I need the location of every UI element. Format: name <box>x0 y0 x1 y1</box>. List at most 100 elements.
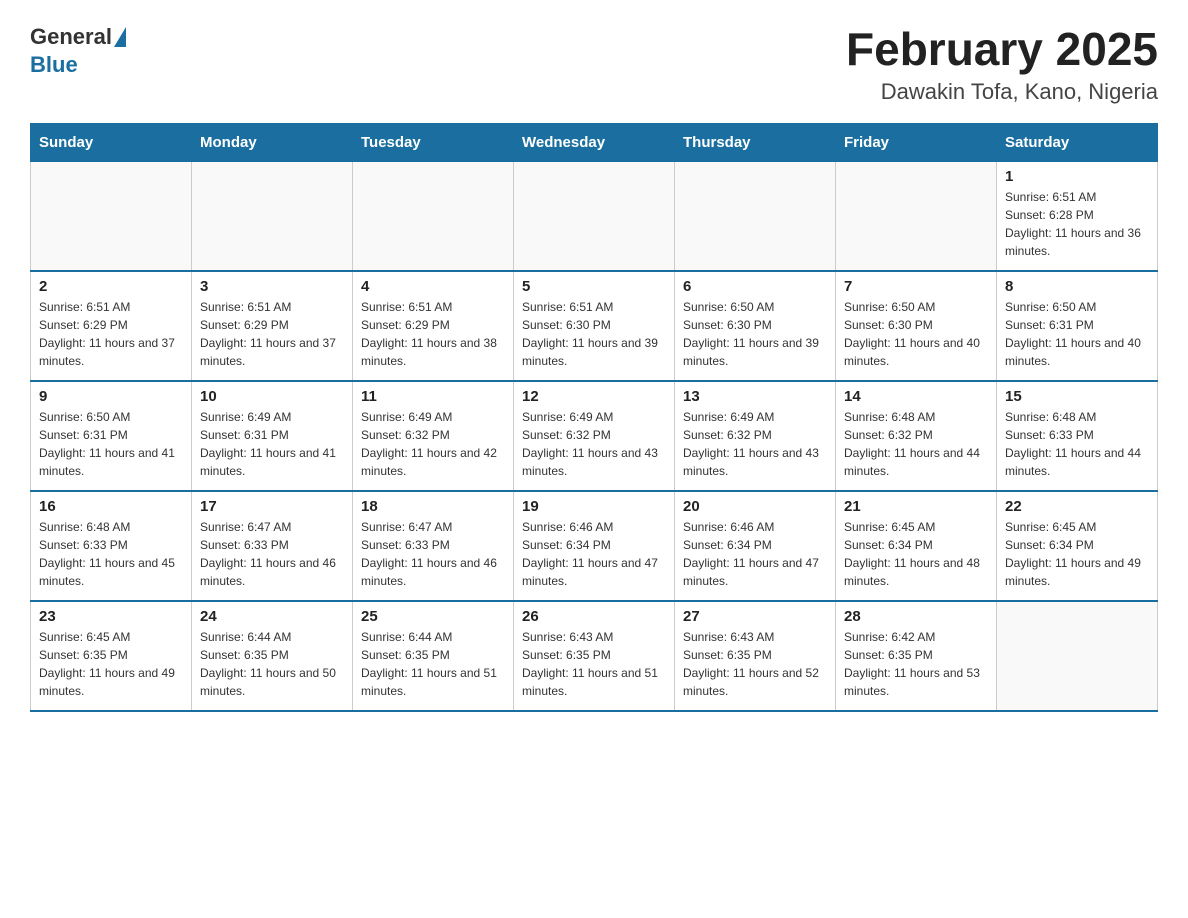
day-number: 4 <box>361 278 505 295</box>
day-of-week-header: Wednesday <box>514 123 675 161</box>
calendar-day-cell: 18 Sunrise: 6:47 AMSunset: 6:33 PMDayligh… <box>353 491 514 601</box>
calendar-week-row: 9 Sunrise: 6:50 AMSunset: 6:31 PMDaylight… <box>31 381 1158 491</box>
day-number: 12 <box>522 388 666 405</box>
day-info: Sunrise: 6:43 AMSunset: 6:35 PMDaylight:… <box>683 628 827 700</box>
day-number: 24 <box>200 608 344 625</box>
day-of-week-header: Monday <box>192 123 353 161</box>
day-number: 13 <box>683 388 827 405</box>
day-info: Sunrise: 6:51 AMSunset: 6:29 PMDaylight:… <box>361 298 505 370</box>
day-number: 15 <box>1005 388 1149 405</box>
calendar-day-cell: 17 Sunrise: 6:47 AMSunset: 6:33 PMDayligh… <box>192 491 353 601</box>
calendar-day-cell: 27 Sunrise: 6:43 AMSunset: 6:35 PMDayligh… <box>675 601 836 711</box>
calendar-day-cell: 4 Sunrise: 6:51 AMSunset: 6:29 PMDaylight… <box>353 271 514 381</box>
logo-triangle-icon <box>114 27 126 47</box>
day-of-week-header: Friday <box>836 123 997 161</box>
day-number: 25 <box>361 608 505 625</box>
day-info: Sunrise: 6:42 AMSunset: 6:35 PMDaylight:… <box>844 628 988 700</box>
calendar-day-cell: 7 Sunrise: 6:50 AMSunset: 6:30 PMDaylight… <box>836 271 997 381</box>
day-number: 26 <box>522 608 666 625</box>
day-number: 14 <box>844 388 988 405</box>
day-of-week-header: Thursday <box>675 123 836 161</box>
day-of-week-header: Tuesday <box>353 123 514 161</box>
calendar-day-cell: 16 Sunrise: 6:48 AMSunset: 6:33 PMDayligh… <box>31 491 192 601</box>
calendar-day-cell <box>514 161 675 271</box>
calendar-title: February 2025 <box>846 24 1158 75</box>
calendar-day-cell: 15 Sunrise: 6:48 AMSunset: 6:33 PMDayligh… <box>997 381 1158 491</box>
day-info: Sunrise: 6:45 AMSunset: 6:35 PMDaylight:… <box>39 628 183 700</box>
calendar-day-cell: 11 Sunrise: 6:49 AMSunset: 6:32 PMDayligh… <box>353 381 514 491</box>
calendar-week-row: 16 Sunrise: 6:48 AMSunset: 6:33 PMDayligh… <box>31 491 1158 601</box>
day-number: 6 <box>683 278 827 295</box>
day-number: 11 <box>361 388 505 405</box>
calendar-header-row: SundayMondayTuesdayWednesdayThursdayFrid… <box>31 123 1158 161</box>
day-info: Sunrise: 6:51 AMSunset: 6:29 PMDaylight:… <box>39 298 183 370</box>
calendar-day-cell <box>353 161 514 271</box>
calendar-day-cell: 14Sunrise: 6:48 AMSunset: 6:32 PMDayligh… <box>836 381 997 491</box>
day-number: 10 <box>200 388 344 405</box>
day-info: Sunrise: 6:50 AMSunset: 6:30 PMDaylight:… <box>844 298 988 370</box>
day-number: 1 <box>1005 168 1149 185</box>
calendar-week-row: 2 Sunrise: 6:51 AMSunset: 6:29 PMDaylight… <box>31 271 1158 381</box>
day-info: Sunrise: 6:46 AMSunset: 6:34 PMDaylight:… <box>683 518 827 590</box>
calendar-day-cell: 2 Sunrise: 6:51 AMSunset: 6:29 PMDaylight… <box>31 271 192 381</box>
day-number: 9 <box>39 388 183 405</box>
calendar-day-cell: 5 Sunrise: 6:51 AMSunset: 6:30 PMDaylight… <box>514 271 675 381</box>
calendar-day-cell: 1 Sunrise: 6:51 AMSunset: 6:28 PMDaylight… <box>997 161 1158 271</box>
calendar-day-cell <box>192 161 353 271</box>
day-info: Sunrise: 6:48 AMSunset: 6:33 PMDaylight:… <box>39 518 183 590</box>
day-info: Sunrise: 6:51 AMSunset: 6:30 PMDaylight:… <box>522 298 666 370</box>
day-number: 17 <box>200 498 344 515</box>
day-info: Sunrise: 6:43 AMSunset: 6:35 PMDaylight:… <box>522 628 666 700</box>
calendar-day-cell: 19Sunrise: 6:46 AMSunset: 6:34 PMDayligh… <box>514 491 675 601</box>
day-info: Sunrise: 6:47 AMSunset: 6:33 PMDaylight:… <box>361 518 505 590</box>
calendar-day-cell <box>836 161 997 271</box>
day-number: 8 <box>1005 278 1149 295</box>
day-info: Sunrise: 6:45 AMSunset: 6:34 PMDaylight:… <box>844 518 988 590</box>
day-number: 21 <box>844 498 988 515</box>
day-info: Sunrise: 6:47 AMSunset: 6:33 PMDaylight:… <box>200 518 344 590</box>
day-info: Sunrise: 6:50 AMSunset: 6:30 PMDaylight:… <box>683 298 827 370</box>
calendar-day-cell: 6 Sunrise: 6:50 AMSunset: 6:30 PMDaylight… <box>675 271 836 381</box>
title-block: February 2025 Dawakin Tofa, Kano, Nigeri… <box>846 24 1158 105</box>
day-of-week-header: Sunday <box>31 123 192 161</box>
day-number: 20 <box>683 498 827 515</box>
logo-general-text: General <box>30 24 112 50</box>
calendar-day-cell: 22Sunrise: 6:45 AMSunset: 6:34 PMDayligh… <box>997 491 1158 601</box>
calendar-day-cell: 20 Sunrise: 6:46 AMSunset: 6:34 PMDayligh… <box>675 491 836 601</box>
calendar-day-cell: 28 Sunrise: 6:42 AMSunset: 6:35 PMDayligh… <box>836 601 997 711</box>
calendar-day-cell: 8Sunrise: 6:50 AMSunset: 6:31 PMDaylight… <box>997 271 1158 381</box>
calendar-week-row: 23Sunrise: 6:45 AMSunset: 6:35 PMDayligh… <box>31 601 1158 711</box>
day-number: 5 <box>522 278 666 295</box>
day-info: Sunrise: 6:49 AMSunset: 6:32 PMDaylight:… <box>522 408 666 480</box>
calendar-day-cell: 24 Sunrise: 6:44 AMSunset: 6:35 PMDayligh… <box>192 601 353 711</box>
day-info: Sunrise: 6:44 AMSunset: 6:35 PMDaylight:… <box>200 628 344 700</box>
calendar-week-row: 1 Sunrise: 6:51 AMSunset: 6:28 PMDaylight… <box>31 161 1158 271</box>
calendar-day-cell <box>675 161 836 271</box>
calendar-day-cell: 3 Sunrise: 6:51 AMSunset: 6:29 PMDaylight… <box>192 271 353 381</box>
day-number: 16 <box>39 498 183 515</box>
day-info: Sunrise: 6:50 AMSunset: 6:31 PMDaylight:… <box>39 408 183 480</box>
day-number: 18 <box>361 498 505 515</box>
calendar-day-cell: 13 Sunrise: 6:49 AMSunset: 6:32 PMDayligh… <box>675 381 836 491</box>
day-info: Sunrise: 6:49 AMSunset: 6:32 PMDaylight:… <box>361 408 505 480</box>
day-number: 28 <box>844 608 988 625</box>
day-of-week-header: Saturday <box>997 123 1158 161</box>
calendar-day-cell: 21 Sunrise: 6:45 AMSunset: 6:34 PMDayligh… <box>836 491 997 601</box>
day-number: 7 <box>844 278 988 295</box>
logo: General Blue <box>30 24 126 78</box>
calendar-day-cell: 23Sunrise: 6:45 AMSunset: 6:35 PMDayligh… <box>31 601 192 711</box>
day-info: Sunrise: 6:51 AMSunset: 6:28 PMDaylight:… <box>1005 188 1149 260</box>
day-info: Sunrise: 6:49 AMSunset: 6:32 PMDaylight:… <box>683 408 827 480</box>
day-number: 3 <box>200 278 344 295</box>
day-info: Sunrise: 6:51 AMSunset: 6:29 PMDaylight:… <box>200 298 344 370</box>
day-number: 19 <box>522 498 666 515</box>
calendar-day-cell: 12 Sunrise: 6:49 AMSunset: 6:32 PMDayligh… <box>514 381 675 491</box>
day-number: 2 <box>39 278 183 295</box>
day-number: 22 <box>1005 498 1149 515</box>
calendar-day-cell: 10Sunrise: 6:49 AMSunset: 6:31 PMDayligh… <box>192 381 353 491</box>
day-number: 27 <box>683 608 827 625</box>
calendar-day-cell <box>997 601 1158 711</box>
logo-blue-text: Blue <box>30 52 78 78</box>
day-info: Sunrise: 6:48 AMSunset: 6:33 PMDaylight:… <box>1005 408 1149 480</box>
calendar-table: SundayMondayTuesdayWednesdayThursdayFrid… <box>30 123 1158 713</box>
